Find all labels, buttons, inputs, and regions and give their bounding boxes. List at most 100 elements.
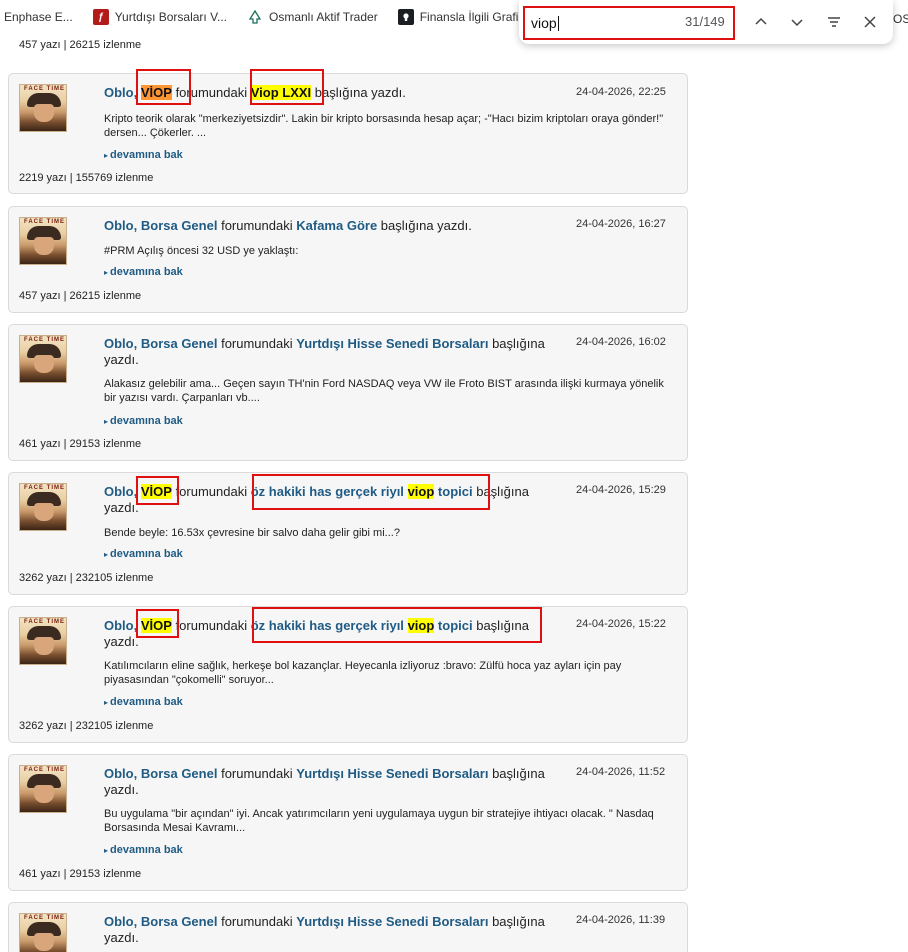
read-more-label: devamına bak (110, 548, 183, 560)
post-card: FACE TIME Oblo, Borsa Genel forumundaki … (8, 206, 688, 313)
post-excerpt: Bende beyle: 16.53x çevresine bir salvo … (104, 527, 400, 539)
text-caret (557, 15, 559, 31)
forum-connector: forumundaki (221, 336, 293, 351)
post-date: 24-04-2026, 11:52 (576, 766, 666, 778)
post-header: Oblo, Borsa Genel forumundaki Kafama Gör… (104, 218, 472, 233)
triangle-right-icon: ▸ (104, 550, 109, 559)
triangle-right-icon: ▸ (104, 846, 109, 855)
post-date: 24-04-2026, 15:29 (576, 484, 666, 496)
os-fragment: OS (893, 12, 908, 26)
author-link[interactable]: Oblo (104, 85, 134, 100)
forum-link[interactable]: Borsa Genel (141, 218, 218, 233)
topic-link[interactable]: Yurtdışı Hisse Senedi Borsaları (296, 914, 488, 929)
read-more-link[interactable]: ▸ devamına bak (104, 696, 183, 708)
author-link[interactable]: Oblo (104, 618, 134, 633)
post-date: 24-04-2026, 11:39 (576, 914, 666, 926)
topic-link[interactable]: Yurtdışı Hisse Senedi Borsaları (296, 766, 488, 781)
post-date: 24-04-2026, 22:25 (576, 86, 666, 98)
forum-connector: forumundaki (175, 618, 248, 633)
avatar[interactable]: FACE TIME (19, 913, 67, 952)
author-link[interactable]: Oblo (104, 218, 134, 233)
forum-connector: forumundaki (221, 218, 293, 233)
post-excerpt: Katılımcıların eline sağlık, herkeşe bol… (104, 660, 622, 686)
post-date: 24-04-2026, 15:22 (576, 618, 666, 630)
find-match-count: 31/149 (685, 14, 725, 29)
post-suffix: başlığına yazdı. (380, 218, 472, 233)
topic-link[interactable]: Kafama Göre (296, 218, 377, 233)
find-close-button[interactable] (857, 9, 883, 35)
post-suffix: başlığına yazdı. (314, 85, 406, 100)
chevron-up-icon (755, 17, 767, 25)
read-more-link[interactable]: ▸ devamına bak (104, 149, 183, 161)
forum-link[interactable]: Borsa Genel (141, 914, 218, 929)
bookmark-yurtdisi-borsalari[interactable]: ƒ Yurtdışı Borsaları V... (85, 5, 235, 29)
triangle-right-icon: ▸ (104, 268, 109, 277)
annotation-box (136, 609, 179, 638)
forum-link[interactable]: Borsa Genel (141, 336, 218, 351)
post-stats: 3262 yazı | 232105 izlenme (19, 572, 154, 584)
bookmark-label: Osmanlı Aktif Trader (269, 10, 378, 24)
author-link[interactable]: Oblo (104, 914, 134, 929)
menu-lines-icon (828, 17, 840, 27)
read-more-link[interactable]: ▸ devamına bak (104, 266, 183, 278)
github-icon (397, 9, 414, 25)
annotation-box (250, 69, 324, 105)
author-link[interactable]: Oblo (104, 766, 134, 781)
author-link[interactable]: Oblo (104, 336, 134, 351)
forum-link[interactable]: Borsa Genel (141, 766, 218, 781)
bookmark-enphase[interactable]: Enphase E... (0, 5, 81, 29)
post-header: Oblo, Borsa Genel forumundaki Yurtdışı H… (104, 336, 545, 367)
find-next-button[interactable] (784, 9, 810, 35)
post-excerpt: Kripto teorik olarak "merkeziyetsizdir".… (104, 113, 664, 139)
read-more-label: devamına bak (110, 844, 183, 856)
avatar[interactable]: FACE TIME (19, 217, 67, 265)
post-stats: 2219 yazı | 155769 izlenme (19, 172, 154, 184)
post-header: Oblo, Borsa Genel forumundaki Yurtdışı H… (104, 766, 545, 797)
read-more-link[interactable]: ▸ devamına bak (104, 844, 183, 856)
find-bar: viop 31/149 (519, 0, 893, 44)
avatar[interactable]: FACE TIME (19, 483, 67, 531)
post-excerpt: #PRM Açılış öncesi 32 USD ye yaklaştı: (104, 245, 299, 257)
forum-connector: forumundaki (175, 484, 248, 499)
chevron-down-icon (791, 19, 803, 27)
find-options-button[interactable] (821, 9, 847, 35)
avatar[interactable]: FACE TIME (19, 84, 67, 132)
post-stats: 3262 yazı | 232105 izlenme (19, 720, 154, 732)
triangle-right-icon: ▸ (104, 417, 109, 426)
post-card: FACE TIME Oblo, Borsa Genel forumundaki … (8, 324, 688, 461)
author-link[interactable]: Oblo (104, 484, 134, 499)
forum-connector: forumundaki (221, 914, 293, 929)
post-date: 24-04-2026, 16:27 (576, 218, 666, 230)
bookmark-finansla-ilgili-grafik[interactable]: Finansla İlgili Grafi... (390, 5, 537, 29)
post-stats: 457 yazı | 26215 izlenme (19, 39, 142, 51)
post-excerpt: Alakasız gelebilir ama... Geçen sayın TH… (104, 378, 664, 404)
avatar[interactable]: FACE TIME (19, 765, 67, 813)
triangle-right-icon: ▸ (104, 151, 109, 160)
post-stats: 457 yazı | 26215 izlenme (19, 290, 142, 302)
forum-connector: forumundaki (221, 766, 293, 781)
avatar[interactable]: FACE TIME (19, 617, 67, 665)
tree-icon (247, 9, 263, 25)
read-more-label: devamına bak (110, 696, 183, 708)
read-more-label: devamına bak (110, 415, 183, 427)
find-previous-button[interactable] (748, 9, 774, 35)
annotation-box (252, 474, 490, 510)
bookmark-label: Enphase E... (4, 10, 73, 24)
find-query: viop (531, 15, 557, 31)
annotation-box (136, 476, 179, 505)
post-stats: 461 yazı | 29153 izlenme (19, 438, 142, 450)
post-stats: 461 yazı | 29153 izlenme (19, 868, 142, 880)
post-card: FACE TIME Oblo, Borsa Genel forumundaki … (8, 902, 688, 952)
post-card: FACE TIME Oblo, VİOP forumundaki Viop LX… (8, 73, 688, 194)
post-card: FACE TIME Oblo, Borsa Genel forumundaki … (8, 754, 688, 891)
avatar[interactable]: FACE TIME (19, 335, 67, 383)
read-more-label: devamına bak (110, 266, 183, 278)
read-more-label: devamına bak (110, 149, 183, 161)
read-more-link[interactable]: ▸ devamına bak (104, 548, 183, 560)
post-excerpt: Bu uygulama "bir açından" iyi. Ancak yat… (104, 808, 654, 834)
bookmark-label: Finansla İlgili Grafi... (419, 10, 529, 24)
topic-link[interactable]: Yurtdışı Hisse Senedi Borsaları (296, 336, 488, 351)
read-more-link[interactable]: ▸ devamına bak (104, 415, 183, 427)
bookmark-osmanli-aktif-trader[interactable]: Osmanlı Aktif Trader (239, 5, 386, 29)
triangle-right-icon: ▸ (104, 698, 109, 707)
